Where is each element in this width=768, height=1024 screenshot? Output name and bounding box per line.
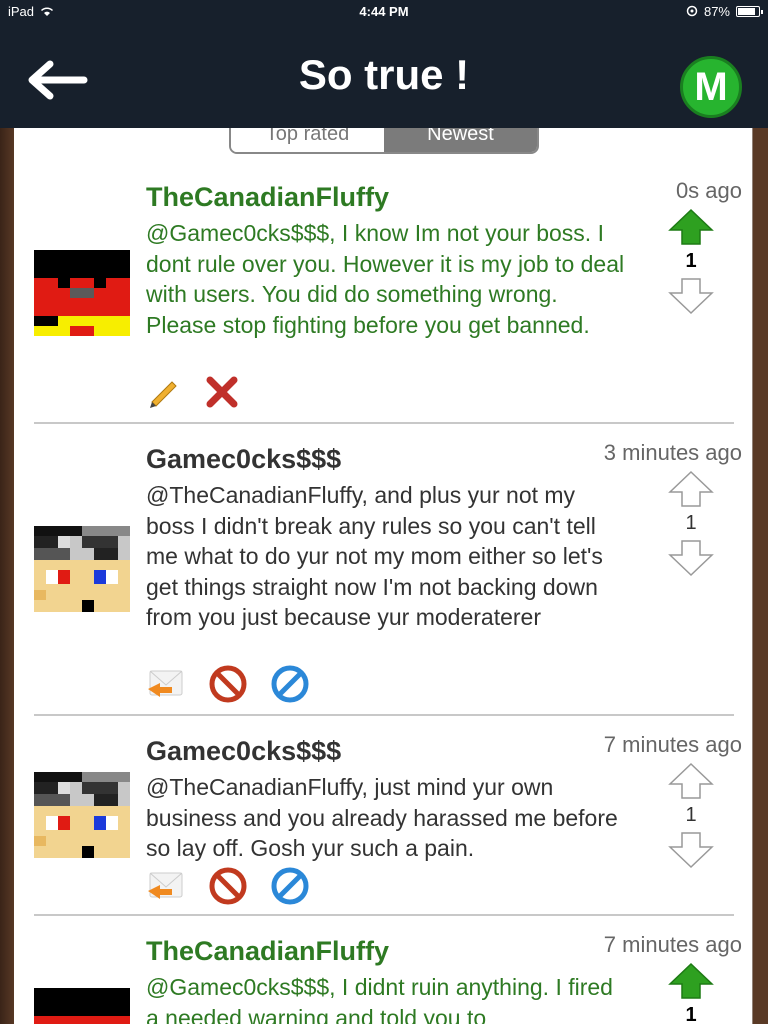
comment-author[interactable]: Gamec0cks$$$: [146, 736, 341, 767]
vote-count: 1: [685, 804, 697, 826]
vote-count: 1: [685, 512, 697, 534]
avatar: [34, 526, 130, 612]
block-icon[interactable]: [270, 866, 310, 906]
comment-timestamp: 3 minutes ago: [603, 440, 742, 465]
comment-timestamp: 0s ago: [675, 178, 742, 203]
delete-icon[interactable]: [204, 374, 240, 408]
block-icon[interactable]: [270, 664, 310, 704]
navigation-header: So true ! M: [0, 22, 768, 128]
vote-count: 1: [685, 250, 697, 272]
clock: 4:44 PM: [359, 3, 409, 19]
sort-segmented-control: Top rated Newest: [229, 128, 539, 154]
vote-control: 1: [666, 762, 716, 869]
report-icon[interactable]: [208, 664, 248, 704]
vote-control: 1: [666, 470, 716, 577]
tab-top-rated[interactable]: Top rated: [231, 128, 384, 152]
avatar: [34, 772, 130, 858]
avatar: [34, 988, 130, 1024]
comment-author[interactable]: Gamec0cks$$$: [146, 444, 341, 475]
comment-timestamp: 7 minutes ago: [603, 932, 742, 957]
upvote-icon[interactable]: [668, 762, 714, 800]
divider: [34, 422, 734, 424]
menu-button[interactable]: M: [680, 56, 742, 118]
page-title: So true !: [298, 51, 470, 98]
reply-icon[interactable]: [146, 667, 186, 701]
upvote-icon[interactable]: [668, 962, 714, 1000]
comment-timestamp: 7 minutes ago: [603, 732, 742, 757]
comment-text: @Gamec0cks$$$, I didnt ruin anything. I …: [146, 974, 613, 1024]
comment-author[interactable]: TheCanadianFluffy: [146, 936, 389, 967]
upvote-icon[interactable]: [668, 208, 714, 246]
divider: [34, 914, 734, 916]
upvote-icon[interactable]: [668, 470, 714, 508]
downvote-icon[interactable]: [668, 539, 714, 577]
status-bar: iPad 4:44 PM 87%: [0, 0, 768, 22]
comment-text: @TheCanadianFluffy, just mind yur own bu…: [146, 774, 618, 861]
tab-newest[interactable]: Newest: [384, 128, 537, 152]
edit-icon[interactable]: [146, 374, 182, 408]
comments-panel: Top rated Newest TheCanadianFluffy 0s ag…: [14, 128, 752, 1024]
divider: [34, 714, 734, 716]
comment-author[interactable]: TheCanadianFluffy: [146, 182, 389, 213]
reply-icon[interactable]: [146, 869, 186, 903]
downvote-icon[interactable]: [668, 277, 714, 315]
comment-text: @Gamec0cks$$$, I know Im not your boss. …: [146, 220, 625, 338]
downvote-icon[interactable]: [668, 831, 714, 869]
vote-control: 1: [666, 208, 716, 315]
report-icon[interactable]: [208, 866, 248, 906]
back-arrow-icon[interactable]: [28, 60, 88, 100]
comment-text: @TheCanadianFluffy, and plus yur not my …: [146, 482, 603, 630]
vote-count: 1: [685, 1004, 697, 1024]
avatar: [34, 250, 130, 336]
battery-icon: [736, 5, 763, 17]
vote-control: 1: [666, 962, 716, 1024]
